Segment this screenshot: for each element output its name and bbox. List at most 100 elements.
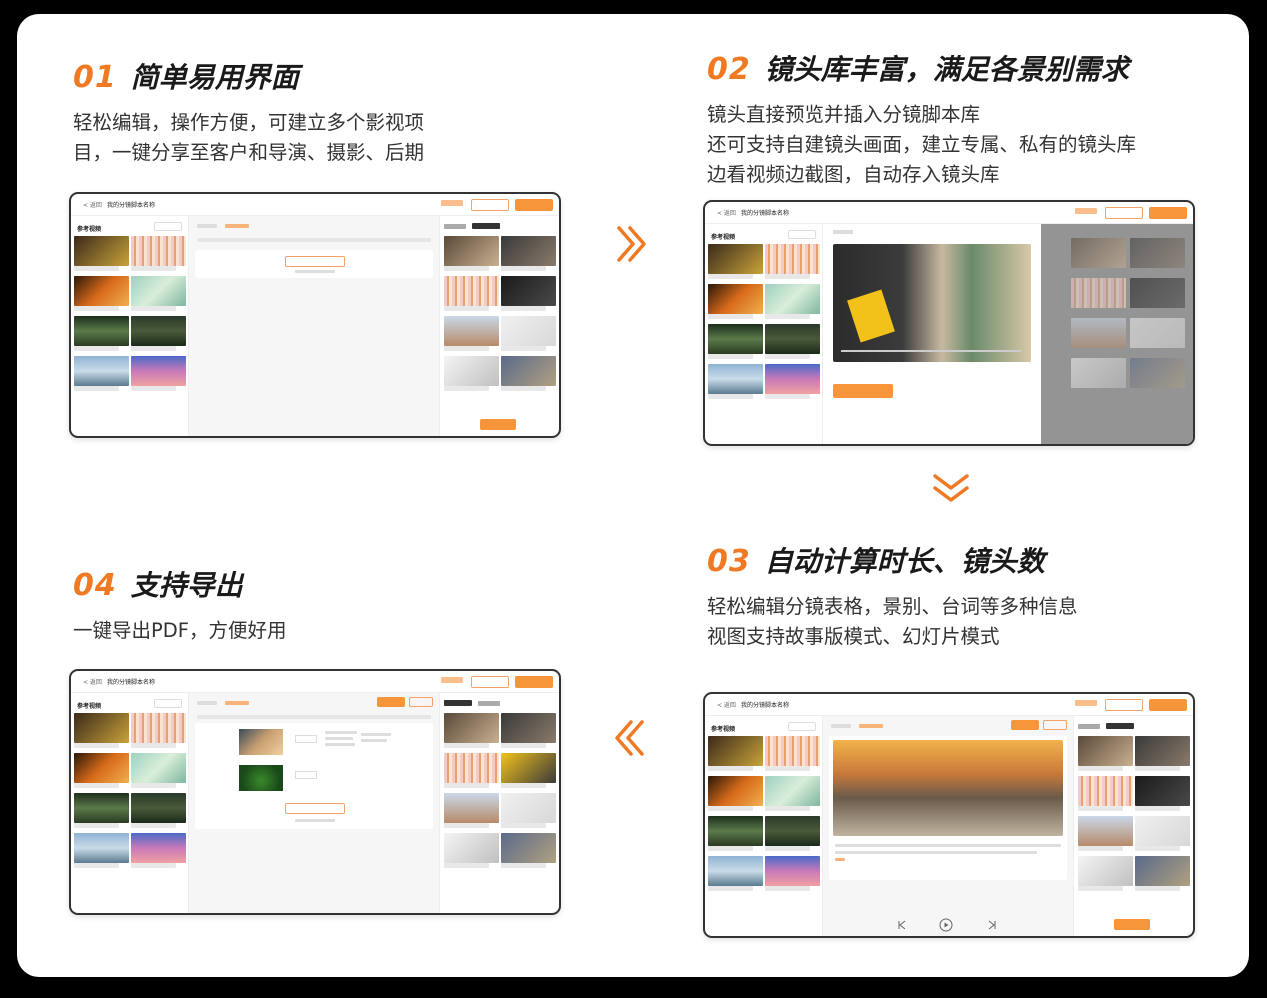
thumbnail[interactable] <box>74 236 129 266</box>
thumbnail[interactable] <box>131 713 186 743</box>
thumbnail[interactable] <box>765 324 820 354</box>
filter-select[interactable] <box>788 722 816 731</box>
topbar-link[interactable] <box>441 200 463 206</box>
save-button[interactable] <box>1149 207 1187 219</box>
thumbnail[interactable] <box>131 236 186 266</box>
export-pdf-button[interactable] <box>377 697 405 707</box>
add-shot-button[interactable] <box>285 803 345 814</box>
thumbnail[interactable] <box>131 833 186 863</box>
shot-thumbnail[interactable] <box>239 729 283 755</box>
save-button[interactable] <box>1149 699 1187 711</box>
insert-shot-button[interactable] <box>833 384 893 398</box>
thumbnail[interactable] <box>501 236 556 266</box>
view-toggle-table[interactable] <box>1043 720 1067 730</box>
thumbnail[interactable] <box>131 793 186 823</box>
thumbnail[interactable] <box>131 356 186 386</box>
thumbnail[interactable] <box>74 833 129 863</box>
thumbnail[interactable] <box>765 284 820 314</box>
tab-personal-library[interactable] <box>472 223 500 229</box>
thumbnail[interactable] <box>708 856 763 886</box>
thumbnail[interactable] <box>708 736 763 766</box>
thumbnail[interactable] <box>1078 736 1133 766</box>
thumbnail[interactable] <box>74 753 129 783</box>
share-button[interactable] <box>471 199 509 211</box>
thumbnail[interactable] <box>444 276 499 306</box>
insert-button[interactable] <box>1114 919 1150 930</box>
thumbnail[interactable] <box>765 244 820 274</box>
thumbnail[interactable] <box>131 276 186 306</box>
topbar-link[interactable] <box>1075 700 1097 706</box>
thumbnail[interactable] <box>74 793 129 823</box>
thumbnail[interactable] <box>708 364 763 394</box>
back-link[interactable]: < 返回 <box>717 208 736 217</box>
thumbnail[interactable] <box>131 753 186 783</box>
thumbnail[interactable] <box>708 324 763 354</box>
thumbnail[interactable] <box>74 276 129 306</box>
insert-button[interactable] <box>480 419 516 430</box>
thumbnail[interactable] <box>501 356 556 386</box>
tab-personal-library[interactable] <box>478 701 500 706</box>
thumbnail[interactable] <box>765 816 820 846</box>
next-icon[interactable] <box>987 920 997 930</box>
thumbnail[interactable] <box>501 316 556 346</box>
video-progress[interactable] <box>841 350 1021 352</box>
view-toggle[interactable] <box>409 697 433 707</box>
thumbnail[interactable] <box>501 276 556 306</box>
tab-system-library[interactable] <box>1078 724 1100 729</box>
share-button[interactable] <box>471 676 509 688</box>
thumbnail[interactable] <box>444 236 499 266</box>
share-button[interactable] <box>1105 699 1143 711</box>
thumbnail[interactable] <box>708 816 763 846</box>
back-link[interactable]: < 返回 <box>83 677 102 686</box>
add-shot-button[interactable] <box>285 256 345 267</box>
thumbnail[interactable] <box>74 316 129 346</box>
thumbnail[interactable] <box>1135 856 1190 886</box>
thumbnail[interactable] <box>444 713 499 743</box>
thumbnail[interactable] <box>1078 856 1133 886</box>
filter-select[interactable] <box>154 699 182 708</box>
tab-system-library[interactable] <box>444 224 466 229</box>
shot-size-select[interactable] <box>295 735 317 743</box>
play-icon[interactable] <box>939 918 953 932</box>
save-button[interactable] <box>515 676 553 688</box>
thumbnail[interactable] <box>444 356 499 386</box>
save-button[interactable] <box>515 199 553 211</box>
topbar-link[interactable] <box>1075 208 1097 214</box>
thumbnail[interactable] <box>1135 736 1190 766</box>
tab-system-library[interactable] <box>444 700 472 706</box>
thumbnail[interactable] <box>708 244 763 274</box>
thumbnail[interactable] <box>1135 816 1190 846</box>
thumbnail[interactable] <box>765 736 820 766</box>
shot-size-select[interactable] <box>295 771 317 779</box>
previous-icon[interactable] <box>897 920 907 930</box>
thumbnail[interactable] <box>444 833 499 863</box>
thumbnail[interactable] <box>444 753 499 783</box>
thumbnail[interactable] <box>708 776 763 806</box>
share-button[interactable] <box>1105 207 1143 219</box>
thumbnail[interactable] <box>501 833 556 863</box>
video-preview[interactable] <box>833 244 1031 362</box>
back-link[interactable]: < 返回 <box>717 700 736 709</box>
thumbnail[interactable] <box>74 713 129 743</box>
topbar-link[interactable] <box>441 677 463 683</box>
thumbnail[interactable] <box>131 316 186 346</box>
view-toggle-slides[interactable] <box>1011 720 1039 730</box>
thumbnail[interactable] <box>1078 816 1133 846</box>
back-link[interactable]: < 返回 <box>83 200 102 209</box>
thumbnail[interactable] <box>1078 776 1133 806</box>
thumbnail[interactable] <box>501 753 556 783</box>
thumbnail[interactable] <box>765 856 820 886</box>
thumbnail[interactable] <box>501 713 556 743</box>
shot-thumbnail[interactable] <box>239 765 283 791</box>
tab-personal-library[interactable] <box>1106 723 1134 729</box>
thumbnail[interactable] <box>74 356 129 386</box>
thumbnail[interactable] <box>501 793 556 823</box>
filter-select[interactable] <box>788 230 816 239</box>
slide-image[interactable] <box>833 740 1063 836</box>
thumbnail[interactable] <box>1135 776 1190 806</box>
filter-select[interactable] <box>154 222 182 231</box>
thumbnail[interactable] <box>708 284 763 314</box>
thumbnail[interactable] <box>444 793 499 823</box>
thumbnail[interactable] <box>765 364 820 394</box>
thumbnail[interactable] <box>765 776 820 806</box>
